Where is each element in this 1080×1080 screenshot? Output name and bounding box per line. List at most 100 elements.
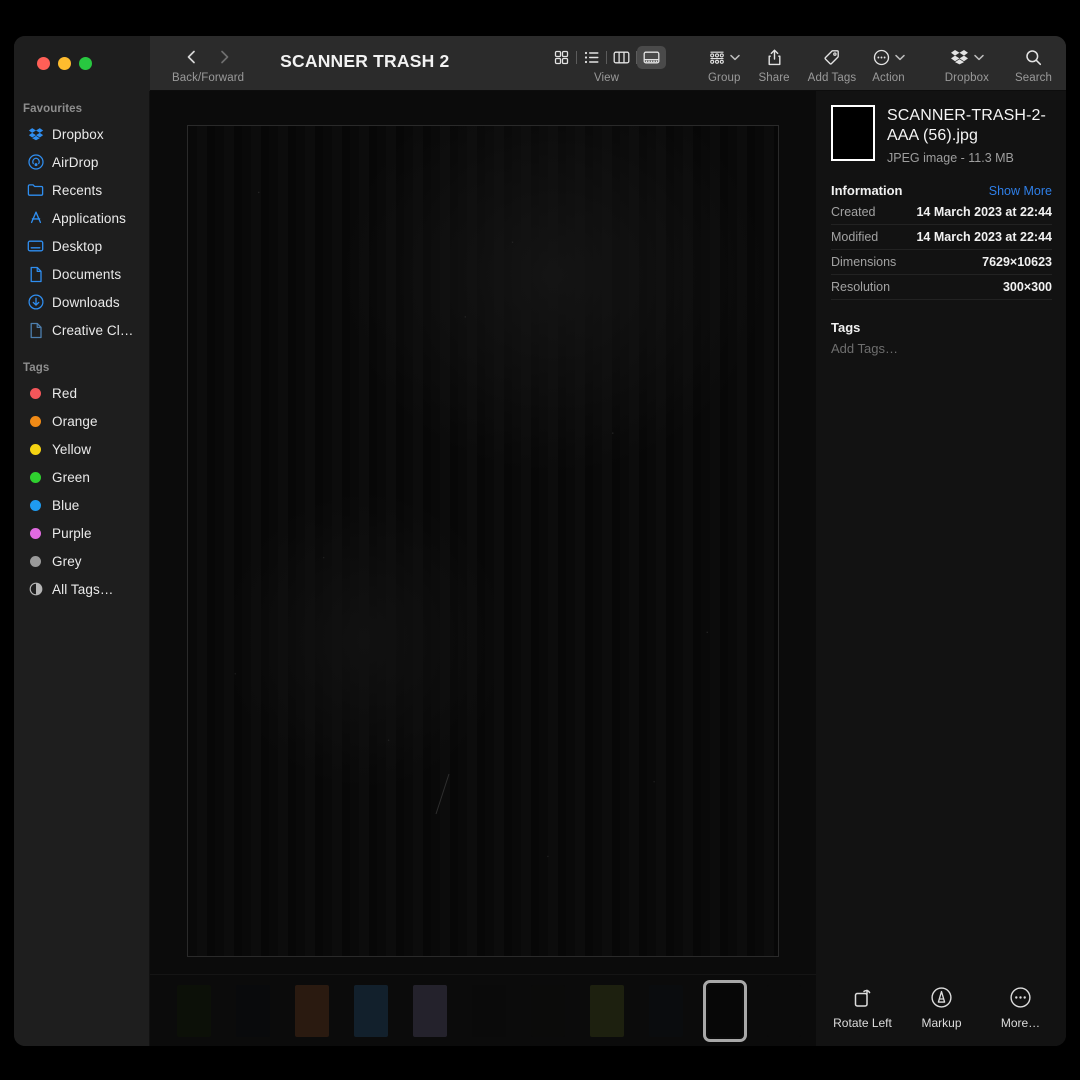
toolbar-main-region: Back/Forward SCANNER TRASH 2 <box>150 36 1066 91</box>
sidebar-item-creative-cloud[interactable]: Creative Cl… <box>18 316 143 344</box>
forward-button[interactable] <box>215 48 233 66</box>
sidebar-tag-label: Orange <box>52 414 98 429</box>
gallery-view-pane <box>150 91 817 1046</box>
all-tags-icon <box>27 581 44 598</box>
gallery-view-button[interactable] <box>637 46 666 69</box>
icon-view-button[interactable] <box>547 46 576 69</box>
sidebar-item-label: Recents <box>52 183 102 198</box>
filmstrip-thumbnail[interactable] <box>577 975 636 1046</box>
info-row-key: Created <box>831 205 875 219</box>
sidebar-tag-orange[interactable]: Orange <box>18 407 143 435</box>
sidebar-tag-blue[interactable]: Blue <box>18 491 143 519</box>
creative-cloud-icon <box>27 322 44 339</box>
sidebar-item-downloads[interactable]: Downloads <box>18 288 143 316</box>
filmstrip[interactable] <box>150 974 816 1046</box>
sidebar-item-label: AirDrop <box>52 155 98 170</box>
sidebar-item-airdrop[interactable]: AirDrop <box>18 148 143 176</box>
add-tags-label: Add Tags <box>808 72 857 84</box>
action-button[interactable]: Action <box>872 36 905 84</box>
more-button[interactable]: More… <box>984 986 1058 1030</box>
file-header: SCANNER-TRASH-2-AAA (56).jpg JPEG image … <box>831 105 1052 165</box>
file-meta: SCANNER-TRASH-2-AAA (56).jpg JPEG image … <box>887 105 1052 165</box>
sidebar-item-label: Desktop <box>52 239 102 254</box>
sidebar-tag-label: Green <box>52 470 90 485</box>
filmstrip-thumbnail[interactable] <box>282 975 341 1046</box>
file-thumbnail <box>831 105 875 161</box>
back-button[interactable] <box>183 48 201 66</box>
zoom-button[interactable] <box>79 57 92 70</box>
search-icon <box>1025 49 1042 66</box>
add-tags-field[interactable]: Add Tags… <box>831 341 1052 356</box>
tag-dot-icon <box>27 497 44 514</box>
filmstrip-thumbnail[interactable] <box>223 975 282 1046</box>
sidebar-item-documents[interactable]: Documents <box>18 260 143 288</box>
filmstrip-thumbnail[interactable] <box>636 975 695 1046</box>
sidebar-item-applications[interactable]: Applications <box>18 204 143 232</box>
filmstrip-thumbnail[interactable] <box>518 975 577 1046</box>
desktop-icon <box>27 238 44 255</box>
search-button[interactable]: Search <box>1015 36 1052 84</box>
group-icon <box>709 50 725 65</box>
info-row-key: Modified <box>831 230 878 244</box>
sidebar-item-desktop[interactable]: Desktop <box>18 232 143 260</box>
more-label: More… <box>1001 1016 1040 1030</box>
tag-dot-icon <box>27 413 44 430</box>
sidebar-item-label: Documents <box>52 267 121 282</box>
group-button[interactable]: Group <box>708 36 740 84</box>
view-group: View <box>547 36 666 84</box>
sidebar-tag-grey[interactable]: Grey <box>18 547 143 575</box>
filmstrip-thumbnail-selected[interactable] <box>695 975 754 1046</box>
sidebar-item-dropbox[interactable]: Dropbox <box>18 120 143 148</box>
window-title: SCANNER TRASH 2 <box>280 51 449 72</box>
filmstrip-thumbnail[interactable] <box>459 975 518 1046</box>
window-body: Favourites Dropbox <box>14 91 1066 1046</box>
list-view-button[interactable] <box>577 46 606 69</box>
info-row-value: 300×300 <box>1003 280 1052 294</box>
sidebar-tag-label: Blue <box>52 498 79 513</box>
preview-image[interactable] <box>187 125 779 957</box>
toolbar-right-group: View <box>547 36 1066 84</box>
column-view-button[interactable] <box>607 46 636 69</box>
sidebar-tag-all-tags[interactable]: All Tags… <box>18 575 143 603</box>
tag-icon <box>823 49 840 66</box>
info-row-created: Created 14 March 2023 at 22:44 <box>831 200 1052 225</box>
dropbox-button[interactable]: Dropbox <box>945 36 989 84</box>
sidebar-tag-red[interactable]: Red <box>18 379 143 407</box>
download-icon <box>27 294 44 311</box>
filmstrip-thumbnail[interactable] <box>341 975 400 1046</box>
filmstrip-thumbnail[interactable] <box>754 975 813 1046</box>
filmstrip-thumbnail[interactable] <box>400 975 459 1046</box>
sidebar-tag-label: All Tags… <box>52 582 113 597</box>
more-circle-icon <box>1009 986 1032 1009</box>
show-more-link[interactable]: Show More <box>989 184 1052 198</box>
filmstrip-thumbnail[interactable] <box>164 975 223 1046</box>
applications-icon <box>27 210 44 227</box>
info-row-key: Dimensions <box>831 255 896 269</box>
minimize-button[interactable] <box>58 57 71 70</box>
rotate-left-button[interactable]: Rotate Left <box>826 987 900 1030</box>
tags-section: Tags Add Tags… <box>831 320 1052 356</box>
sidebar-favourites-header: Favourites <box>14 97 149 120</box>
close-button[interactable] <box>37 57 50 70</box>
sidebar-tag-yellow[interactable]: Yellow <box>18 435 143 463</box>
nav-group: Back/Forward <box>172 36 244 84</box>
sidebar-item-recents[interactable]: Recents <box>18 176 143 204</box>
sidebar-tag-green[interactable]: Green <box>18 463 143 491</box>
traffic-lights <box>37 57 92 70</box>
action-menu-icon <box>873 49 890 66</box>
sidebar-tags-header: Tags <box>14 356 149 379</box>
add-tags-button[interactable]: Add Tags <box>808 36 857 84</box>
share-button[interactable]: Share <box>758 36 789 84</box>
nav-label: Back/Forward <box>172 72 244 84</box>
markup-button[interactable]: Markup <box>905 986 979 1030</box>
rotate-left-icon <box>851 987 875 1009</box>
info-panel-content: SCANNER-TRASH-2-AAA (56).jpg JPEG image … <box>817 91 1066 974</box>
sidebar-tag-label: Purple <box>52 526 92 541</box>
sidebar-item-label: Creative Cl… <box>52 323 133 338</box>
sidebar-tag-purple[interactable]: Purple <box>18 519 143 547</box>
information-section-header: Information Show More <box>831 183 1052 198</box>
share-icon <box>767 49 782 66</box>
info-row-modified: Modified 14 March 2023 at 22:44 <box>831 225 1052 250</box>
sidebar-tag-label: Red <box>52 386 77 401</box>
airdrop-icon <box>27 154 44 171</box>
